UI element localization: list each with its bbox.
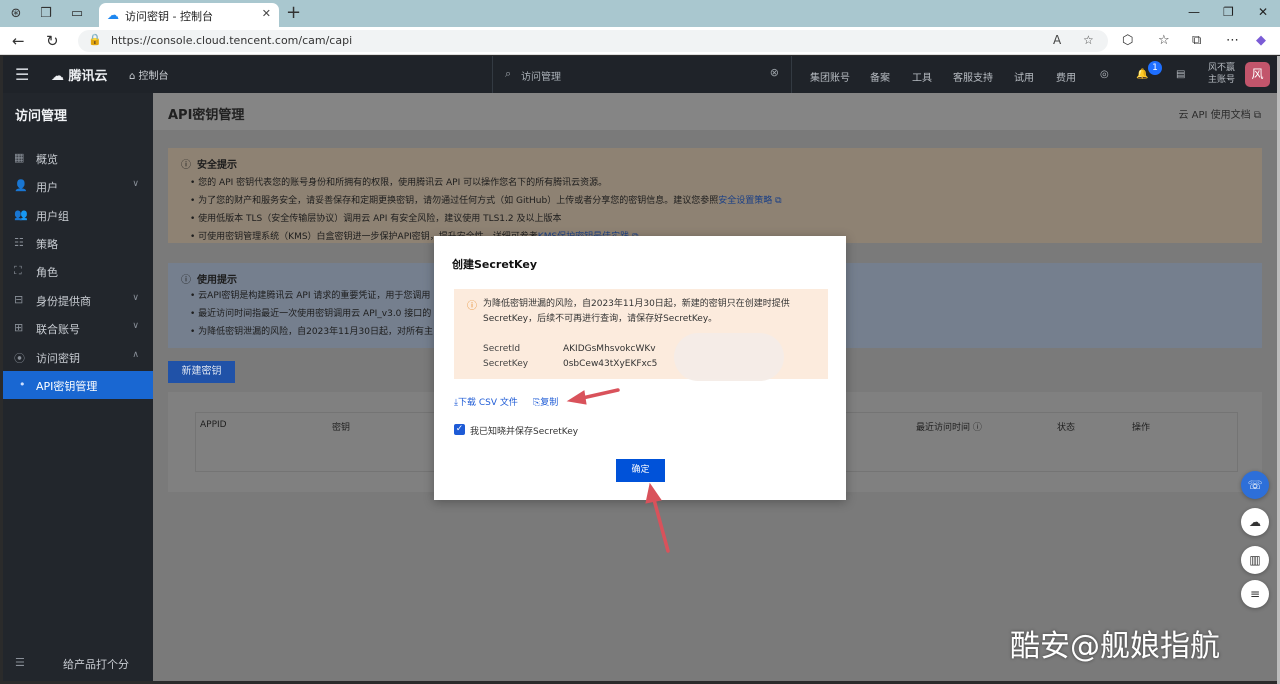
arrow-to-copy <box>566 388 620 405</box>
arrow-to-confirm <box>645 482 670 553</box>
cloud-upload-icon[interactable]: ☁ <box>1241 508 1269 536</box>
list-icon[interactable]: ≡ <box>1241 580 1269 608</box>
book-icon[interactable]: ▥ <box>1241 546 1269 574</box>
customer-service-icon[interactable]: ☏ <box>1241 471 1269 499</box>
watermark: 酷安@舰娘指航 <box>1010 629 1220 664</box>
annotation-arrows <box>566 388 670 553</box>
